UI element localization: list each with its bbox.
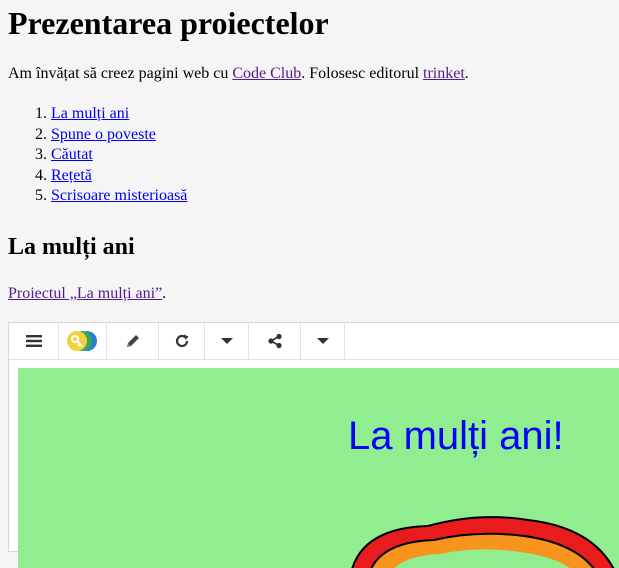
share-options-dropdown[interactable] <box>301 323 345 359</box>
project-link-la-multi-ani[interactable]: La mulți ani <box>51 105 129 122</box>
intro-text-after: . <box>464 65 469 82</box>
project-link-cautat[interactable]: Căutat <box>51 146 93 163</box>
menu-button[interactable] <box>9 323 59 359</box>
run-options-dropdown[interactable] <box>205 323 249 359</box>
share-icon <box>267 333 282 349</box>
embed-toolbar <box>9 323 619 360</box>
run-button[interactable] <box>159 323 205 359</box>
list-item: Spune o poveste <box>51 125 187 146</box>
project-list: La mulți ani Spune o poveste Căutat Rețe… <box>8 104 187 207</box>
project-link-spune-o-poveste[interactable]: Spune o poveste <box>51 126 156 143</box>
python-key-icon <box>66 331 97 351</box>
intro-text-before: Am învățat să creez pagini web cu <box>8 65 233 82</box>
code-club-link[interactable]: Code Club <box>232 65 301 82</box>
project-link-scrisoare-misterioasa[interactable]: Scrisoare misterioasă <box>51 187 187 204</box>
project-link-suffix: . <box>162 285 167 302</box>
trinket-link[interactable]: trinket <box>423 65 465 82</box>
rainbow-drawing <box>351 516 615 568</box>
intro-paragraph: Am învățat să creez pagini web cu Code C… <box>8 64 469 84</box>
project-link-reteta[interactable]: Rețetă <box>51 167 92 184</box>
python-key-button[interactable] <box>59 323 107 359</box>
output-stage: La mulți ani! <box>18 368 619 568</box>
list-item: La mulți ani <box>51 104 187 125</box>
page-title: Prezentarea proiectelor <box>8 5 329 41</box>
caret-down-icon <box>316 338 329 344</box>
stage-greeting: La mulți ani! <box>348 414 564 458</box>
pencil-icon <box>126 335 139 347</box>
list-item: Căutat <box>51 145 187 166</box>
menu-icon <box>25 335 42 347</box>
share-button[interactable] <box>249 323 301 359</box>
intro-text-middle: . Folosesc editorul <box>301 65 424 82</box>
section-heading: La mulți ani <box>8 234 135 260</box>
trinket-embed: La mulți ani! <box>8 322 619 568</box>
project-trinket-link[interactable]: Proiectul „La mulți ani” <box>8 285 162 302</box>
project-link-paragraph: Proiectul „La mulți ani”. <box>8 284 166 304</box>
refresh-icon <box>175 334 188 348</box>
list-item: Scrisoare misterioasă <box>51 186 187 207</box>
list-item: Rețetă <box>51 166 187 187</box>
edit-button[interactable] <box>107 323 159 359</box>
caret-down-icon <box>220 338 233 344</box>
